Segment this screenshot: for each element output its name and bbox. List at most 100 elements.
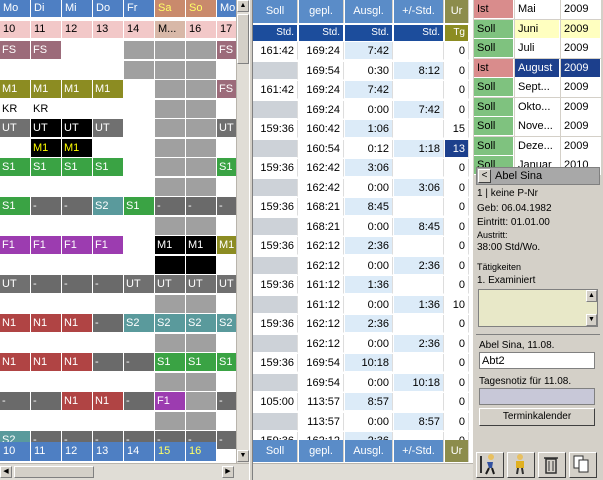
shift-cell[interactable] <box>124 60 155 80</box>
shift-cell[interactable]: UT <box>62 119 93 138</box>
shift-cell[interactable]: UT <box>0 119 31 138</box>
shift-cell[interactable] <box>124 99 155 119</box>
shift-cell[interactable] <box>0 255 31 275</box>
shift-cell[interactable] <box>0 177 31 197</box>
copy-icon[interactable] <box>569 452 597 478</box>
shift-cell[interactable] <box>217 411 236 431</box>
hours-scrollbar[interactable] <box>253 463 473 480</box>
shift-cell[interactable] <box>124 119 155 138</box>
shift-cell[interactable] <box>124 80 155 99</box>
shift-cell[interactable]: S1 <box>155 353 186 372</box>
shift-cell[interactable] <box>0 138 31 158</box>
hours-col-header[interactable]: Ur <box>445 0 469 23</box>
shift-cell[interactable]: F1 <box>155 392 186 411</box>
shift-cell[interactable]: S1 <box>186 353 217 372</box>
month-type-cell[interactable]: Soll <box>474 78 514 97</box>
month-type-cell[interactable]: Ist <box>474 58 514 78</box>
shift-cell[interactable] <box>124 236 155 255</box>
shift-cell[interactable] <box>124 216 155 236</box>
month-name-cell[interactable]: Juni <box>515 19 560 39</box>
shift-cell[interactable] <box>62 255 93 275</box>
month-year-cell[interactable]: 2009 <box>561 78 601 97</box>
shift-cell[interactable]: M1 <box>31 80 62 99</box>
day-entry-input[interactable] <box>479 352 595 369</box>
shift-cell[interactable] <box>186 255 217 275</box>
shift-cell[interactable] <box>217 177 236 197</box>
shift-cell[interactable] <box>62 294 93 314</box>
shift-cell[interactable]: - <box>0 392 31 411</box>
shift-cell[interactable] <box>93 177 124 197</box>
shift-cell[interactable] <box>62 333 93 353</box>
shift-cell[interactable] <box>186 392 217 411</box>
shift-cell[interactable] <box>155 255 186 275</box>
schedule-horizontal-scrollbar[interactable]: ◀ ▶ <box>0 463 249 480</box>
shift-cell[interactable] <box>217 294 236 314</box>
shift-cell[interactable] <box>186 333 217 353</box>
schedule-vertical-scrollbar[interactable]: ▲ ▼ <box>236 0 249 463</box>
shift-cell[interactable] <box>217 99 236 119</box>
shift-cell[interactable]: M1 <box>31 138 62 158</box>
shift-cell[interactable]: N1 <box>31 353 62 372</box>
shift-cell[interactable]: S1 <box>0 158 31 177</box>
month-year-cell[interactable]: 2009 <box>561 19 601 39</box>
shift-cell[interactable]: F1 <box>0 236 31 255</box>
hours-footer-cell[interactable]: gepl. <box>299 440 344 462</box>
shift-cell[interactable] <box>93 216 124 236</box>
shift-cell[interactable] <box>62 60 93 80</box>
hours-table[interactable]: Soll gepl. Ausgl. +/-Std. Ur Std. Std. Std. Std.… <box>253 0 473 480</box>
shift-cell[interactable] <box>31 333 62 353</box>
shift-cell[interactable]: - <box>93 353 124 372</box>
activities-scroll-up[interactable]: ▲ <box>586 290 597 302</box>
shift-cell[interactable] <box>62 41 93 60</box>
shift-cell[interactable] <box>62 99 93 119</box>
hours-col-header[interactable]: Soll <box>253 0 298 23</box>
shift-cell[interactable] <box>93 372 124 392</box>
shift-cell[interactable] <box>31 372 62 392</box>
shift-cell[interactable] <box>124 177 155 197</box>
shift-cell[interactable] <box>217 60 236 80</box>
scroll-thumb[interactable] <box>237 14 249 64</box>
shift-cell[interactable] <box>124 41 155 60</box>
month-type-cell[interactable]: Soll <box>474 19 514 39</box>
scroll-left-arrow[interactable]: ◀ <box>0 466 12 478</box>
shift-cell[interactable] <box>93 255 124 275</box>
shift-cell[interactable] <box>155 80 186 99</box>
month-name-cell[interactable]: Mai <box>515 0 560 19</box>
day-note-field[interactable] <box>479 388 595 405</box>
shift-cell[interactable] <box>93 411 124 431</box>
shift-cell[interactable] <box>31 294 62 314</box>
prev-person-button[interactable]: < <box>478 169 491 183</box>
shift-cell[interactable] <box>186 372 217 392</box>
shift-cell[interactable] <box>217 333 236 353</box>
shift-cell[interactable] <box>186 99 217 119</box>
shift-cell[interactable] <box>62 411 93 431</box>
shift-cell[interactable] <box>124 294 155 314</box>
shift-cell[interactable]: S1 <box>93 158 124 177</box>
shift-cell[interactable]: FS <box>31 41 62 60</box>
shift-cell[interactable] <box>217 216 236 236</box>
shift-cell[interactable]: KR <box>0 99 31 119</box>
month-type-cell[interactable]: Soll <box>474 117 514 136</box>
shift-cell[interactable]: S1 <box>31 158 62 177</box>
shift-cell[interactable]: UT <box>0 275 31 294</box>
shift-cell[interactable]: UT <box>186 275 217 294</box>
shift-cell[interactable]: S1 <box>217 158 236 177</box>
month-type-cell[interactable]: Soll <box>474 97 514 117</box>
hours-footer-cell[interactable]: Ur <box>445 440 469 462</box>
shift-cell[interactable] <box>62 216 93 236</box>
shift-cell[interactable] <box>186 138 217 158</box>
shift-cell[interactable] <box>31 255 62 275</box>
shift-cell[interactable]: S1 <box>62 158 93 177</box>
shift-cell[interactable] <box>217 372 236 392</box>
shift-cell[interactable] <box>31 177 62 197</box>
shift-cell[interactable]: M1 <box>62 80 93 99</box>
schedule-grid[interactable]: Mo Di Mi Do Fr Sa So Mo 10 11 12 13 14 M... 16 17 FS FS F… <box>0 0 236 480</box>
shift-cell[interactable] <box>217 138 236 158</box>
shift-cell[interactable] <box>155 99 186 119</box>
shift-cell[interactable]: N1 <box>62 392 93 411</box>
month-year-cell[interactable]: 2009 <box>561 117 601 136</box>
shift-cell[interactable]: - <box>31 275 62 294</box>
shift-cell[interactable]: UT <box>217 119 236 138</box>
person-icon[interactable] <box>507 452 535 478</box>
shift-cell[interactable] <box>155 411 186 431</box>
